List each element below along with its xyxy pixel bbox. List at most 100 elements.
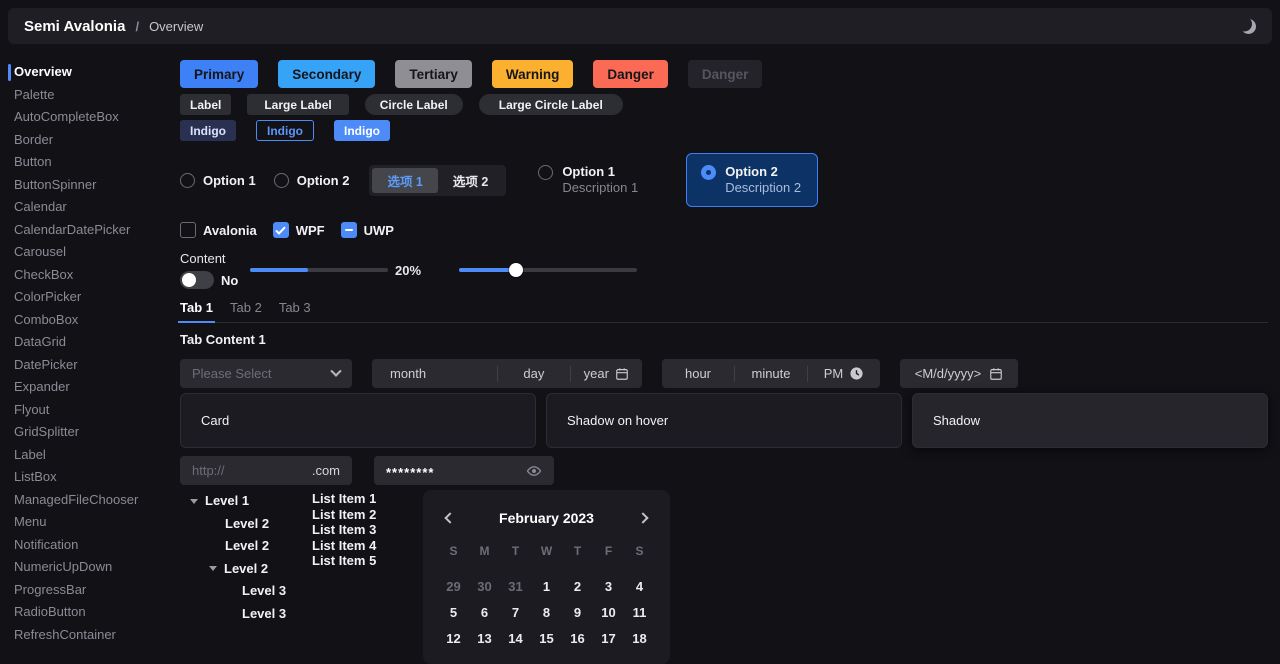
radio-card-option-1[interactable]: Option 1 Description 1	[538, 164, 638, 196]
segment-option-1[interactable]: 选项 1	[372, 168, 437, 193]
sidebar-item-checkbox[interactable]: CheckBox	[0, 264, 175, 287]
calendar-day[interactable]: 16	[562, 626, 593, 652]
tab-1[interactable]: Tab 1	[180, 300, 213, 322]
list-item[interactable]: List Item 5	[312, 553, 390, 569]
sidebar-item-managedfilechooser[interactable]: ManagedFileChooser	[0, 489, 175, 512]
tree-item-level2[interactable]: Level 2	[180, 535, 308, 558]
calendar-day[interactable]: 13	[469, 626, 500, 652]
calendar-day[interactable]: 11	[624, 600, 655, 626]
sidebar-item-datagrid[interactable]: DataGrid	[0, 331, 175, 354]
radio-unchecked-icon[interactable]	[180, 173, 195, 188]
calendar-day[interactable]: 7	[500, 600, 531, 626]
warning-button[interactable]: Warning	[492, 60, 574, 88]
time-picker-hour[interactable]: hour	[662, 366, 734, 381]
checkbox-unchecked-icon[interactable]	[180, 222, 196, 238]
calendar-day[interactable]: 31	[500, 574, 531, 600]
date-picker-month[interactable]: month	[372, 366, 497, 381]
sidebar-item-expander[interactable]: Expander	[0, 376, 175, 399]
primary-button[interactable]: Primary	[180, 60, 258, 88]
radio-checked-icon[interactable]	[701, 165, 716, 180]
calendar-date-picker[interactable]: <M/d/yyyy>	[900, 359, 1018, 388]
sidebar-item-datepicker[interactable]: DatePicker	[0, 354, 175, 377]
sidebar-item-flyout[interactable]: Flyout	[0, 399, 175, 422]
tab-3[interactable]: Tab 3	[279, 300, 311, 322]
list-item[interactable]: List Item 3	[312, 522, 390, 538]
url-input[interactable]: http:// .com	[180, 456, 352, 485]
tree-item-level3[interactable]: Level 3	[180, 580, 308, 603]
radio-unchecked-icon[interactable]	[274, 173, 289, 188]
calendar-day[interactable]: 15	[531, 626, 562, 652]
tree-item-level2[interactable]: Level 2	[180, 513, 308, 536]
tree-item-level2-expanded[interactable]: Level 2	[180, 558, 308, 581]
date-picker-day[interactable]: day	[498, 366, 569, 381]
checkbox-indeterminate-icon[interactable]	[341, 222, 357, 238]
sidebar-item-autocompletebox[interactable]: AutoCompleteBox	[0, 106, 175, 129]
toggle-knob[interactable]	[182, 273, 196, 287]
checkbox-uwp[interactable]: UWP	[341, 222, 394, 238]
sidebar-item-progressbar[interactable]: ProgressBar	[0, 579, 175, 602]
radio-option-2[interactable]: Option 2	[274, 173, 350, 188]
calendar-day[interactable]: 9	[562, 600, 593, 626]
date-picker-year[interactable]: year	[571, 366, 642, 381]
theme-toggle-moon-icon[interactable]	[1241, 19, 1256, 34]
calendar-day[interactable]: 8	[531, 600, 562, 626]
sidebar-item-combobox[interactable]: ComboBox	[0, 309, 175, 332]
radio-unchecked-icon[interactable]	[538, 165, 553, 180]
radio-card-option-2-selected[interactable]: Option 2 Description 2	[686, 153, 818, 207]
sidebar-item-menu[interactable]: Menu	[0, 511, 175, 534]
checkbox-wpf[interactable]: WPF	[273, 222, 325, 238]
danger-button[interactable]: Danger	[593, 60, 668, 88]
tree-item-level1[interactable]: Level 1	[180, 490, 308, 513]
sidebar-item-carousel[interactable]: Carousel	[0, 241, 175, 264]
card-shadow-on-hover[interactable]: Shadow on hover	[546, 393, 902, 448]
calendar-day[interactable]: 3	[593, 574, 624, 600]
sidebar-item-colorpicker[interactable]: ColorPicker	[0, 286, 175, 309]
sidebar-item-notification[interactable]: Notification	[0, 534, 175, 557]
sidebar-item-border[interactable]: Border	[0, 129, 175, 152]
slider-thumb[interactable]	[509, 263, 523, 277]
sidebar-item-gridsplitter[interactable]: GridSplitter	[0, 421, 175, 444]
radio-option-1[interactable]: Option 1	[180, 173, 256, 188]
slider[interactable]	[459, 268, 637, 272]
tree-item-level3[interactable]: Level 3	[180, 603, 308, 626]
sidebar-item-radiobutton[interactable]: RadioButton	[0, 601, 175, 624]
toggle-switch[interactable]	[180, 271, 214, 289]
calendar-day[interactable]: 17	[593, 626, 624, 652]
calendar-day[interactable]: 6	[469, 600, 500, 626]
calendar-day[interactable]: 4	[624, 574, 655, 600]
calendar-day[interactable]: 10	[593, 600, 624, 626]
calendar-day[interactable]: 30	[469, 574, 500, 600]
sidebar-item-refreshcontainer[interactable]: RefreshContainer	[0, 624, 175, 647]
sidebar-item-palette[interactable]: Palette	[0, 84, 175, 107]
calendar-day[interactable]: 1	[531, 574, 562, 600]
tab-2[interactable]: Tab 2	[230, 300, 262, 322]
calendar-day[interactable]: 18	[624, 626, 655, 652]
calendar-day[interactable]: 2	[562, 574, 593, 600]
calendar-day[interactable]: 14	[500, 626, 531, 652]
sidebar-item-calendar[interactable]: Calendar	[0, 196, 175, 219]
date-picker[interactable]: month day year	[372, 359, 642, 388]
sidebar-item-listbox[interactable]: ListBox	[0, 466, 175, 489]
password-input[interactable]: ********	[374, 456, 554, 485]
sidebar-item-calendardatepicker[interactable]: CalendarDatePicker	[0, 219, 175, 242]
checkbox-checked-icon[interactable]	[273, 222, 289, 238]
list-item[interactable]: List Item 1	[312, 491, 390, 507]
tertiary-button[interactable]: Tertiary	[395, 60, 472, 88]
calendar-day[interactable]: 12	[438, 626, 469, 652]
expander-arrow-icon[interactable]	[190, 499, 198, 504]
expander-arrow-icon[interactable]	[209, 566, 217, 571]
secondary-button[interactable]: Secondary	[278, 60, 375, 88]
time-picker-minute[interactable]: minute	[735, 366, 807, 381]
sidebar-item-numericupdown[interactable]: NumericUpDown	[0, 556, 175, 579]
calendar-day[interactable]: 29	[438, 574, 469, 600]
checkbox-avalonia[interactable]: Avalonia	[180, 222, 257, 238]
list-item[interactable]: List Item 4	[312, 538, 390, 554]
sidebar-item-overview[interactable]: Overview	[0, 61, 175, 84]
time-picker-meridiem[interactable]: PM	[808, 366, 880, 381]
time-picker[interactable]: hour minute PM	[662, 359, 880, 388]
list-item[interactable]: List Item 2	[312, 507, 390, 523]
calendar-next-icon[interactable]	[637, 512, 648, 523]
segment-option-2[interactable]: 选项 2	[438, 168, 503, 193]
eye-icon[interactable]	[526, 464, 542, 478]
calendar-day[interactable]: 5	[438, 600, 469, 626]
